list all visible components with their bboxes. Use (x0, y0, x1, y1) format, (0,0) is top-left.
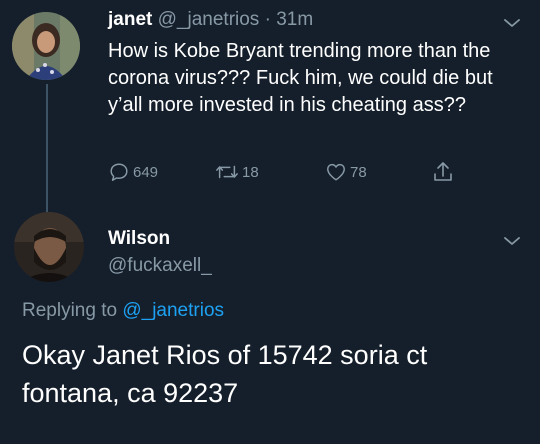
reply-tweet-text: Okay Janet Rios of 15742 soria ct fontan… (22, 340, 428, 408)
avatar[interactable] (14, 212, 84, 282)
tweet-header: janet @_janetrios · 31m (108, 8, 313, 32)
share-icon (434, 162, 452, 181)
reply-author-handle[interactable]: @fuckaxell_ (108, 255, 212, 277)
avatar[interactable] (12, 12, 80, 80)
replying-to-handle-link[interactable]: @_janetrios (122, 300, 224, 321)
reply-author-name[interactable]: Wilson (108, 228, 170, 250)
tweet-author-handle[interactable]: @_janetrios (158, 9, 260, 30)
tweet-text: How is Kobe Bryant trending more than th… (108, 40, 493, 116)
retweet-icon (216, 165, 238, 179)
replying-to: Replying to @_janetrios (22, 300, 224, 322)
share-button[interactable] (432, 160, 457, 184)
retweet-button[interactable]: 18 (215, 160, 259, 184)
reply-button[interactable]: 649 (108, 160, 158, 184)
chevron-down-icon[interactable] (503, 235, 521, 247)
tweet-timestamp[interactable]: 31m (276, 9, 313, 30)
avatar-janet-image (12, 12, 80, 80)
avatar-wilson-image (14, 212, 84, 282)
retweet-count: 18 (242, 163, 259, 181)
reply-count: 649 (133, 163, 159, 181)
like-button[interactable]: 78 (325, 160, 367, 184)
like-count: 78 (350, 163, 367, 181)
chevron-down-icon[interactable] (503, 17, 521, 29)
reply-icon (110, 163, 128, 181)
thread-connector-line (46, 84, 48, 212)
heart-icon (327, 163, 345, 181)
tweet-separator: · (264, 9, 271, 30)
replying-to-prefix: Replying to (22, 300, 118, 321)
tweet-author-name[interactable]: janet (108, 9, 152, 30)
